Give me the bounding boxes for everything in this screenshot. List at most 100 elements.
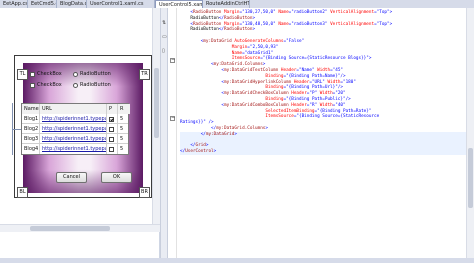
corner-marker-br[interactable]: BR bbox=[139, 187, 150, 198]
ok-button[interactable]: OK bbox=[101, 172, 132, 183]
grid-cell-public[interactable] bbox=[107, 124, 118, 134]
grid-cell-name[interactable]: Blog1 bbox=[22, 114, 40, 124]
unchecked-checkbox-icon[interactable] bbox=[109, 147, 114, 152]
radio-button-2[interactable]: RadioButton bbox=[73, 82, 111, 89]
grid-header-public[interactable]: P bbox=[107, 104, 118, 114]
radio-button-1[interactable]: RadioButton bbox=[73, 71, 111, 78]
code-token: ="40" bbox=[332, 102, 346, 108]
code-token: RadioButton bbox=[224, 27, 253, 33]
tab-usercontrol5-xaml[interactable]: UserControl5.xaml bbox=[155, 0, 203, 8]
code-token: ="Name" bbox=[296, 67, 315, 73]
split-vertical-icon[interactable]: ▯ bbox=[162, 48, 165, 54]
split-horizontal-icon[interactable]: ▭ bbox=[162, 34, 167, 40]
code-token: ="URL" bbox=[309, 79, 325, 85]
code-token: > bbox=[234, 131, 237, 137]
unchecked-checkbox-icon[interactable] bbox=[109, 127, 114, 132]
tab-blogdata[interactable]: BlogData.cs bbox=[57, 0, 87, 8]
code-token: my:DataGrid bbox=[205, 131, 235, 137]
code-token: ="130,48,50,0" bbox=[239, 21, 276, 27]
table-row[interactable]: Blog2 http://spiderinnet1.typepad.com 5 bbox=[22, 124, 128, 134]
code-token: /> bbox=[340, 73, 346, 79]
corner-marker-tl[interactable]: TL bbox=[17, 69, 28, 80]
code-token: Grid bbox=[195, 143, 206, 149]
corner-marker-tr[interactable]: TR bbox=[139, 69, 150, 80]
code-token: ="P" bbox=[306, 91, 318, 97]
code-token: > bbox=[213, 149, 217, 155]
code-token: VerticalAlignment bbox=[327, 10, 375, 15]
grid-cell-url[interactable]: http://spiderinnet1.typepad.com bbox=[40, 144, 107, 154]
code-token: ="130,27,50,0" bbox=[239, 10, 276, 15]
code-token: VerticalAlignment bbox=[327, 21, 375, 27]
collapse-icon[interactable]: − bbox=[170, 58, 175, 63]
editor-vertical-scrollbar[interactable] bbox=[466, 8, 474, 258]
grid-cell-url[interactable]: http://spiderinnet1.typepad.com bbox=[40, 124, 107, 134]
code-token: ="dataGrid1" bbox=[242, 50, 274, 56]
code-token: ="radioButton2" bbox=[288, 10, 328, 15]
grid-cell-rate[interactable]: 5 bbox=[118, 134, 130, 144]
tab-eetapp[interactable]: EetApp.cs bbox=[0, 0, 28, 8]
code-token: Header bbox=[288, 102, 307, 108]
code-token: ="False" bbox=[283, 38, 305, 44]
grid-header-row: Name URL P R bbox=[22, 104, 130, 114]
checkbox-1[interactable]: CheckBox bbox=[30, 71, 62, 78]
designer-vertical-scrollbar[interactable] bbox=[152, 8, 160, 224]
xaml-code-editor[interactable]: − − <RadioButton Margin="130,27,50,0" Na… bbox=[168, 8, 466, 258]
collapse-icon[interactable]: − bbox=[170, 116, 175, 121]
table-row[interactable]: Blog1 http://spiderinnet1.typepad.com 5 bbox=[22, 114, 128, 124]
radio-circle-icon bbox=[73, 71, 78, 77]
grid-cell-name[interactable]: Blog4 bbox=[22, 144, 40, 154]
grid-cell-rate[interactable]: 5 bbox=[118, 124, 130, 134]
code-token: Name bbox=[275, 21, 289, 27]
corner-marker-bl[interactable]: BL bbox=[17, 187, 28, 198]
code-token: ="Top" bbox=[374, 21, 390, 27]
editor-vscroll-thumb[interactable] bbox=[468, 148, 473, 208]
designer-horizontal-scrollbar[interactable] bbox=[0, 224, 160, 232]
grid-cell-rate[interactable]: 5 bbox=[118, 144, 130, 154]
code-token: Margin bbox=[221, 10, 240, 15]
tab-usercontrol1-xaml-cs[interactable]: UserControl1.xaml.cs bbox=[87, 0, 155, 8]
grid-header-rate[interactable]: R bbox=[118, 104, 130, 114]
code-token: ="45" bbox=[330, 67, 343, 73]
code-token: < bbox=[180, 38, 204, 44]
checkbox-1-label: CheckBox bbox=[37, 71, 62, 77]
grid-header-name[interactable]: Name bbox=[22, 104, 40, 114]
swap-panes-icon[interactable]: ⇅ bbox=[162, 20, 166, 26]
grid-cell-url[interactable]: http://spiderinnet1.typepad.com bbox=[40, 134, 107, 144]
code-line[interactable]: </UserControl> bbox=[180, 149, 466, 155]
bottom-status-strip bbox=[0, 258, 474, 263]
code-token: < bbox=[180, 91, 224, 97]
code-token: ="Top" bbox=[374, 10, 390, 15]
table-row[interactable]: Blog4 http://spiderinnet1.typepad.com 5 bbox=[22, 144, 128, 154]
table-row[interactable]: Blog3 http://spiderinnet1.typepad.com 5 bbox=[22, 134, 128, 144]
grid-header-url[interactable]: URL bbox=[40, 104, 107, 114]
designer-vscroll-thumb[interactable] bbox=[154, 68, 159, 138]
code-token: > bbox=[265, 125, 268, 131]
grid-cell-url[interactable]: http://spiderinnet1.typepad.com bbox=[40, 114, 107, 124]
designer-hscroll-thumb[interactable] bbox=[30, 226, 110, 231]
grid-cell-name[interactable]: Blog3 bbox=[22, 134, 40, 144]
blog-data-grid[interactable]: Name URL P R Blog1 http://spiderinnet1.t… bbox=[21, 103, 130, 155]
checkbox-2[interactable]: CheckBox bbox=[30, 82, 62, 89]
pane-splitter[interactable]: ⇅ ▭ ▯ bbox=[160, 8, 168, 258]
tab-routeaddinctrlht[interactable]: RouteAddinCtrlHT bbox=[203, 0, 250, 8]
code-token: > bbox=[205, 143, 209, 149]
cancel-button[interactable]: Cancel bbox=[56, 172, 87, 183]
grid-cell-public[interactable] bbox=[107, 144, 118, 154]
code-token: Margin bbox=[180, 44, 248, 50]
grid-cell-name[interactable]: Blog2 bbox=[22, 124, 40, 134]
code-token: Width bbox=[314, 67, 331, 73]
code-token: UserControl bbox=[185, 149, 214, 155]
code-lines[interactable]: <RadioButton Margin="130,27,50,0" Name="… bbox=[180, 10, 466, 155]
code-token: Width bbox=[324, 79, 341, 85]
code-token: ="{Binding Path=Public}" bbox=[283, 96, 346, 102]
code-token: > bbox=[389, 21, 393, 27]
checked-checkbox-icon[interactable] bbox=[109, 117, 114, 122]
code-token: SelectedItemBinding bbox=[180, 108, 315, 114]
tab-eetcmd5[interactable]: EetCmd5.cs bbox=[28, 0, 57, 8]
code-token: Binding bbox=[180, 73, 284, 79]
code-token: my:DataGrid.Columns bbox=[213, 62, 263, 68]
grid-cell-public[interactable] bbox=[107, 134, 118, 144]
unchecked-checkbox-icon[interactable] bbox=[109, 137, 114, 142]
grid-cell-rate[interactable]: 5 bbox=[118, 114, 130, 124]
grid-cell-public[interactable] bbox=[107, 114, 118, 124]
